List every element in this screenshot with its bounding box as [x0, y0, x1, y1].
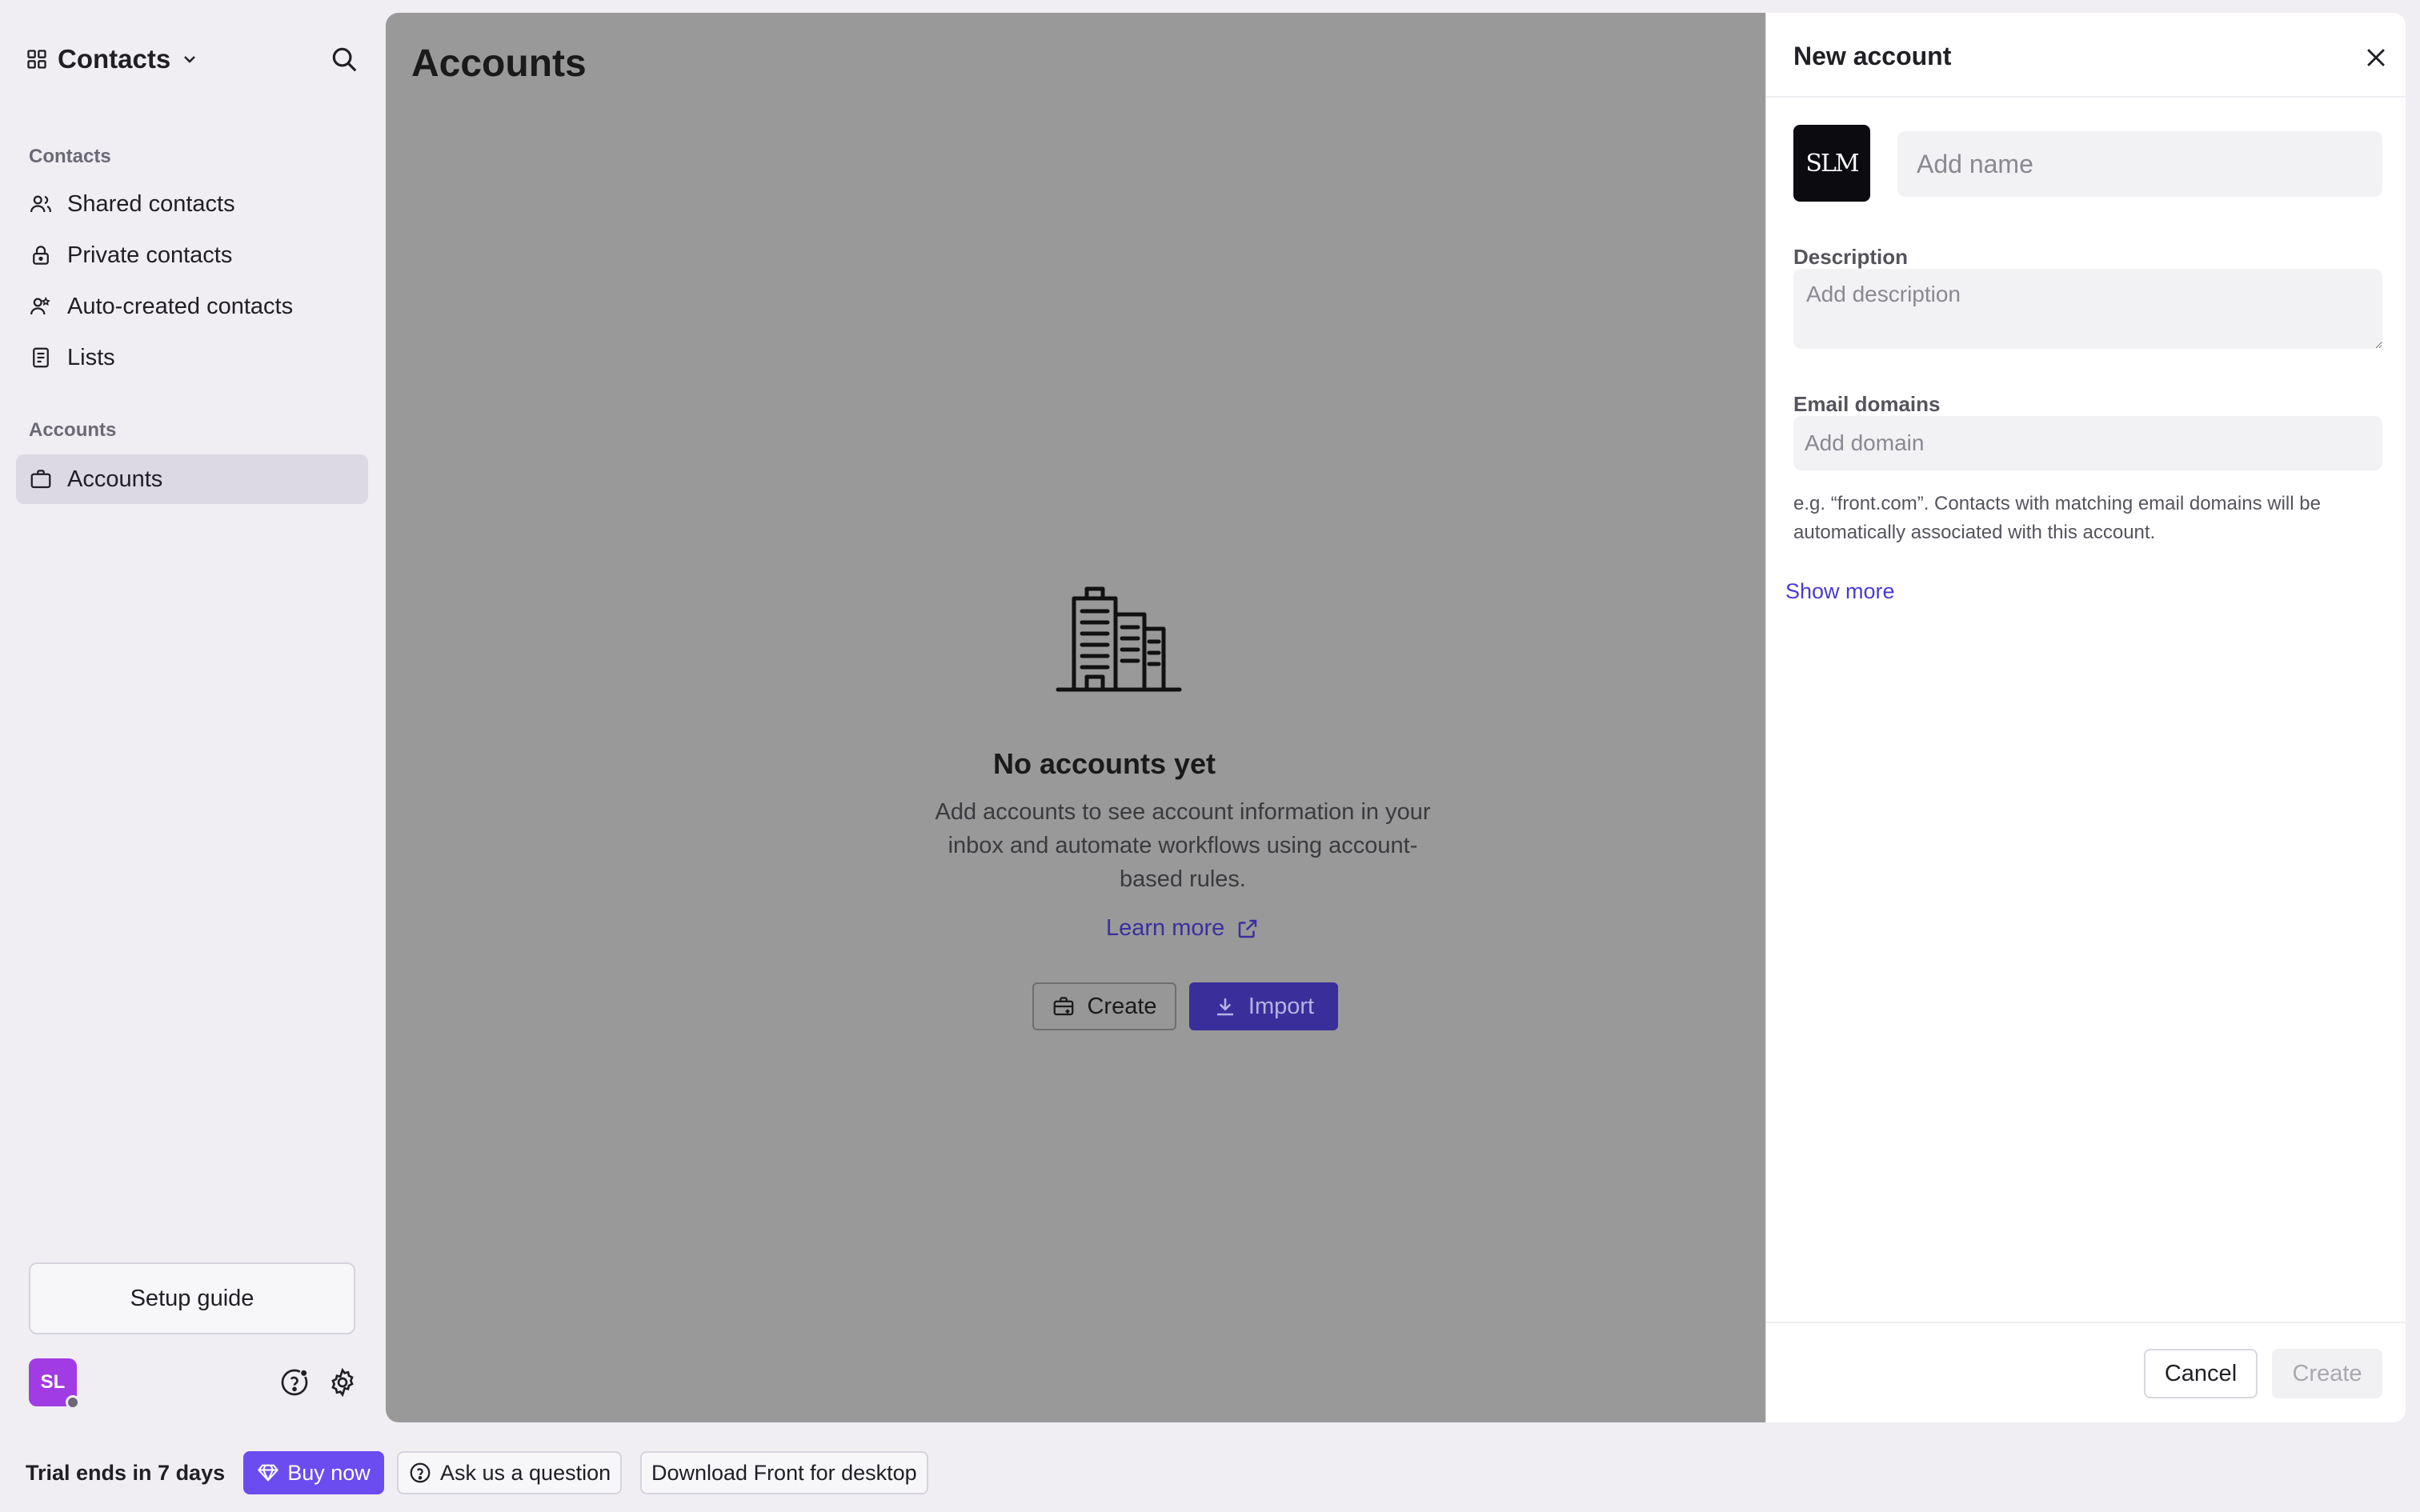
create-label: Create — [1087, 993, 1157, 1019]
app-switcher[interactable]: Contacts — [26, 40, 199, 78]
avatar[interactable]: SL — [29, 1358, 80, 1410]
empty-state: No accounts yet Add accounts to see acco… — [386, 13, 1765, 1422]
users-icon — [30, 195, 51, 213]
description-label: Description — [1793, 245, 1909, 269]
download-icon — [1216, 998, 1233, 1016]
user-auto-icon — [30, 297, 50, 315]
learn-more-link[interactable]: Learn more — [1106, 915, 1260, 942]
building-icon — [1056, 586, 1182, 692]
bottom-bar: Trial ends in 7 days Buy now Ask us a qu… — [0, 1450, 2420, 1499]
sidebar-item-label: Auto-created contacts — [67, 293, 294, 319]
cancel-button[interactable]: Cancel — [2144, 1349, 2258, 1398]
gear-icon — [331, 1367, 354, 1398]
section-label-accounts: Accounts — [29, 419, 117, 441]
help-button[interactable] — [277, 1365, 312, 1400]
panel-title: New account — [1793, 42, 1952, 70]
description-input[interactable] — [1793, 269, 2382, 349]
email-domain-input[interactable] — [1793, 416, 2382, 470]
trial-status: Trial ends in 7 days — [26, 1461, 226, 1485]
lock-icon — [33, 246, 49, 265]
account-logo[interactable]: SLM — [1793, 125, 1870, 202]
empty-state-heading: No accounts yet — [992, 747, 1216, 780]
close-button[interactable] — [2358, 40, 2394, 75]
sidebar-item-label: Accounts — [67, 466, 163, 492]
briefcase-plus-icon — [1054, 997, 1074, 1016]
avatar-initials: SL — [40, 1371, 66, 1393]
account-logo-text: SLM — [1805, 149, 1859, 178]
main-content: Accounts No accounts yet Add accounts to… — [386, 13, 1765, 1422]
external-link-icon — [1239, 919, 1257, 938]
show-more-link[interactable]: Show more — [1785, 579, 1895, 604]
buy-now-label: Buy now — [287, 1460, 371, 1485]
setup-guide-button[interactable]: Setup guide — [29, 1262, 355, 1334]
sidebar-item-label: Lists — [67, 344, 115, 370]
search-icon — [332, 47, 357, 72]
account-name-input[interactable] — [1897, 131, 2382, 197]
download-desktop-button[interactable]: Download Front for desktop — [640, 1451, 928, 1494]
sidebar-item-label: Shared contacts — [67, 190, 235, 217]
panel-header: New account — [1766, 13, 2406, 98]
sidebar-item-private-contacts[interactable]: Private contacts — [16, 230, 368, 280]
close-icon — [2367, 49, 2385, 66]
diamond-icon — [258, 1464, 278, 1482]
empty-state-description: Add accounts to see account information … — [935, 799, 1431, 892]
list-icon — [33, 347, 49, 368]
sidebar-item-lists[interactable]: Lists — [16, 333, 368, 382]
import-label: Import — [1248, 993, 1315, 1019]
ask-question-button[interactable]: Ask us a question — [397, 1451, 623, 1494]
learn-more-label: Learn more — [1106, 915, 1225, 941]
help-icon — [281, 1369, 308, 1396]
settings-button[interactable] — [325, 1365, 360, 1400]
create-account-button[interactable]: Create — [1032, 982, 1176, 1030]
section-label-contacts: Contacts — [29, 146, 111, 167]
chevron-down-icon — [184, 56, 196, 63]
sidebar: Contacts Contacts Shared contacts Privat… — [0, 0, 376, 1440]
app-title: Contacts — [58, 44, 171, 74]
sidebar-item-label: Private contacts — [67, 242, 233, 268]
ask-question-label: Ask us a question — [440, 1460, 611, 1485]
sidebar-item-accounts[interactable]: Accounts — [16, 454, 368, 504]
grid-icon — [27, 50, 46, 69]
question-icon — [410, 1462, 431, 1483]
new-account-panel: New account SLM Description Email domain… — [1765, 13, 2406, 1422]
download-desktop-label: Download Front for desktop — [651, 1460, 917, 1485]
create-button[interactable]: Create — [2272, 1349, 2382, 1398]
import-accounts-button[interactable]: Import — [1189, 982, 1338, 1030]
sidebar-item-shared-contacts[interactable]: Shared contacts — [16, 179, 368, 229]
briefcase-icon — [30, 470, 51, 489]
search-button[interactable] — [325, 40, 363, 78]
presence-indicator — [66, 1395, 80, 1410]
email-domain-hint: e.g. “front.com”. Contacts with matching… — [1793, 493, 2321, 543]
email-domains-label: Email domains — [1793, 392, 1941, 416]
buy-now-button[interactable]: Buy now — [243, 1451, 384, 1494]
sidebar-item-auto-created-contacts[interactable]: Auto-created contacts — [16, 282, 368, 331]
